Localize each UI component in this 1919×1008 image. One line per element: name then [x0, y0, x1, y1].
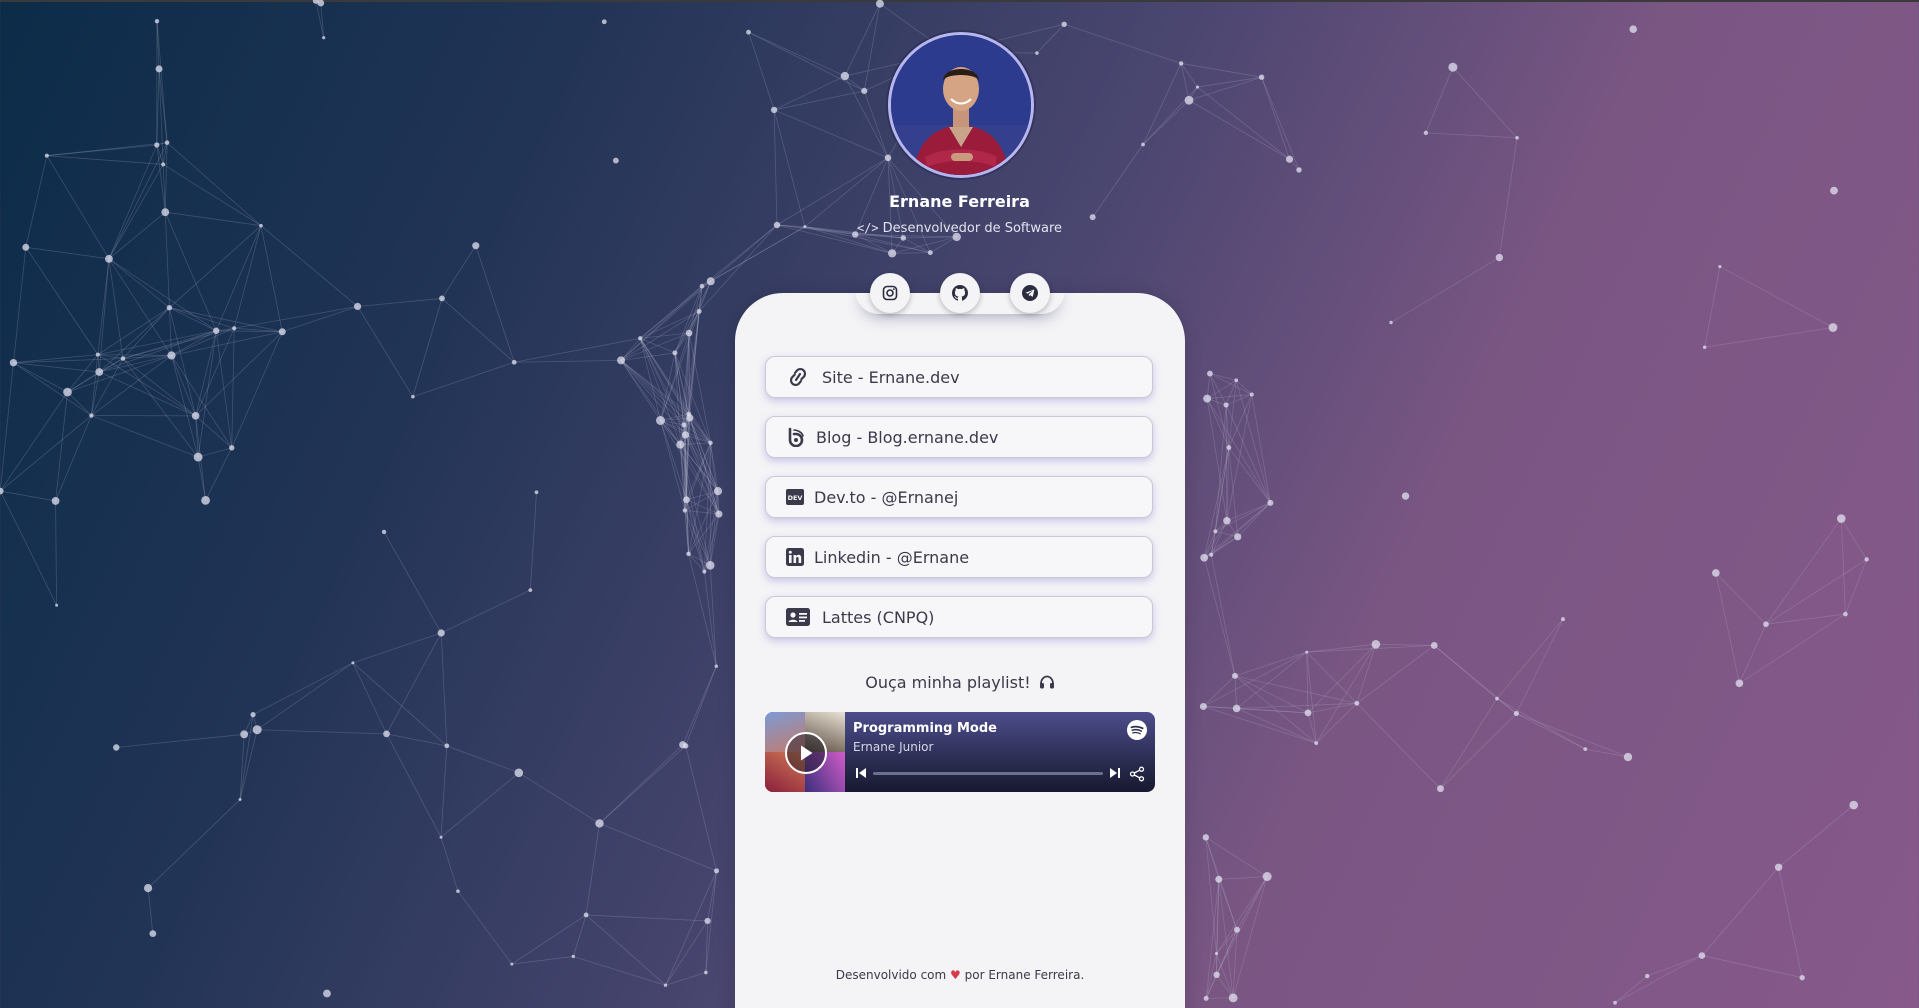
playlist-heading-text: Ouça minha playlist! [865, 673, 1031, 692]
telegram-icon [1022, 285, 1038, 301]
heart-icon: ♥ [950, 968, 961, 982]
id-card-icon [786, 606, 812, 628]
devto-link-button[interactable]: DEV Dev.to - @Ernanej [765, 476, 1153, 518]
track-artist: Ernane Junior [853, 740, 934, 754]
site-link-button[interactable]: Site - Ernane.dev [765, 356, 1153, 398]
link-icon [786, 366, 812, 388]
github-icon [952, 285, 968, 301]
blogger-icon [786, 426, 806, 448]
profile-name: Ernane Ferreira [889, 192, 1030, 211]
next-track-icon[interactable] [1109, 767, 1121, 779]
blog-link-label: Blog - Blog.ernane.dev [816, 427, 999, 447]
linkedin-link-label: Linkedin - @Ernane [814, 547, 970, 567]
spotify-player: Programming Mode Ernane Junior [765, 712, 1155, 792]
telegram-button[interactable] [1010, 273, 1050, 313]
devto-icon: DEV [786, 486, 804, 508]
previous-track-icon[interactable] [855, 767, 867, 779]
code-icon: </> [856, 221, 879, 235]
links-card [735, 293, 1185, 1008]
track-progress-bar[interactable] [873, 772, 1103, 775]
share-icon[interactable] [1129, 766, 1145, 782]
footer: Desenvolvido com ♥ por Ernane Ferreira. [735, 968, 1185, 982]
instagram-icon [882, 285, 898, 301]
linkedin-icon [786, 546, 804, 568]
play-icon [801, 745, 813, 761]
blog-link-button[interactable]: Blog - Blog.ernane.dev [765, 416, 1153, 458]
playlist-heading: Ouça minha playlist! [735, 673, 1185, 692]
album-cover [765, 712, 845, 792]
headphones-icon [1039, 675, 1054, 689]
instagram-button[interactable] [870, 273, 910, 313]
github-button[interactable] [940, 273, 980, 313]
devto-link-label: Dev.to - @Ernanej [814, 487, 959, 507]
lattes-link-button[interactable]: Lattes (CNPQ) [765, 596, 1153, 638]
lattes-link-label: Lattes (CNPQ) [822, 607, 935, 627]
svg-text:DEV: DEV [788, 494, 803, 502]
track-title: Programming Mode [853, 721, 997, 736]
avatar [888, 32, 1034, 178]
avatar-photo [891, 35, 1031, 175]
play-button[interactable] [785, 732, 827, 774]
spotify-icon[interactable] [1127, 720, 1147, 740]
site-link-label: Site - Ernane.dev [822, 367, 960, 387]
profile-role-text: Desenvolvedor de Software [882, 221, 1063, 236]
footer-text-before: Desenvolvido com [835, 968, 947, 982]
linkedin-link-button[interactable]: Linkedin - @Ernane [765, 536, 1153, 578]
footer-text-after: por Ernane Ferreira. [964, 968, 1085, 982]
profile-role: </> Desenvolvedor de Software [0, 221, 1919, 236]
